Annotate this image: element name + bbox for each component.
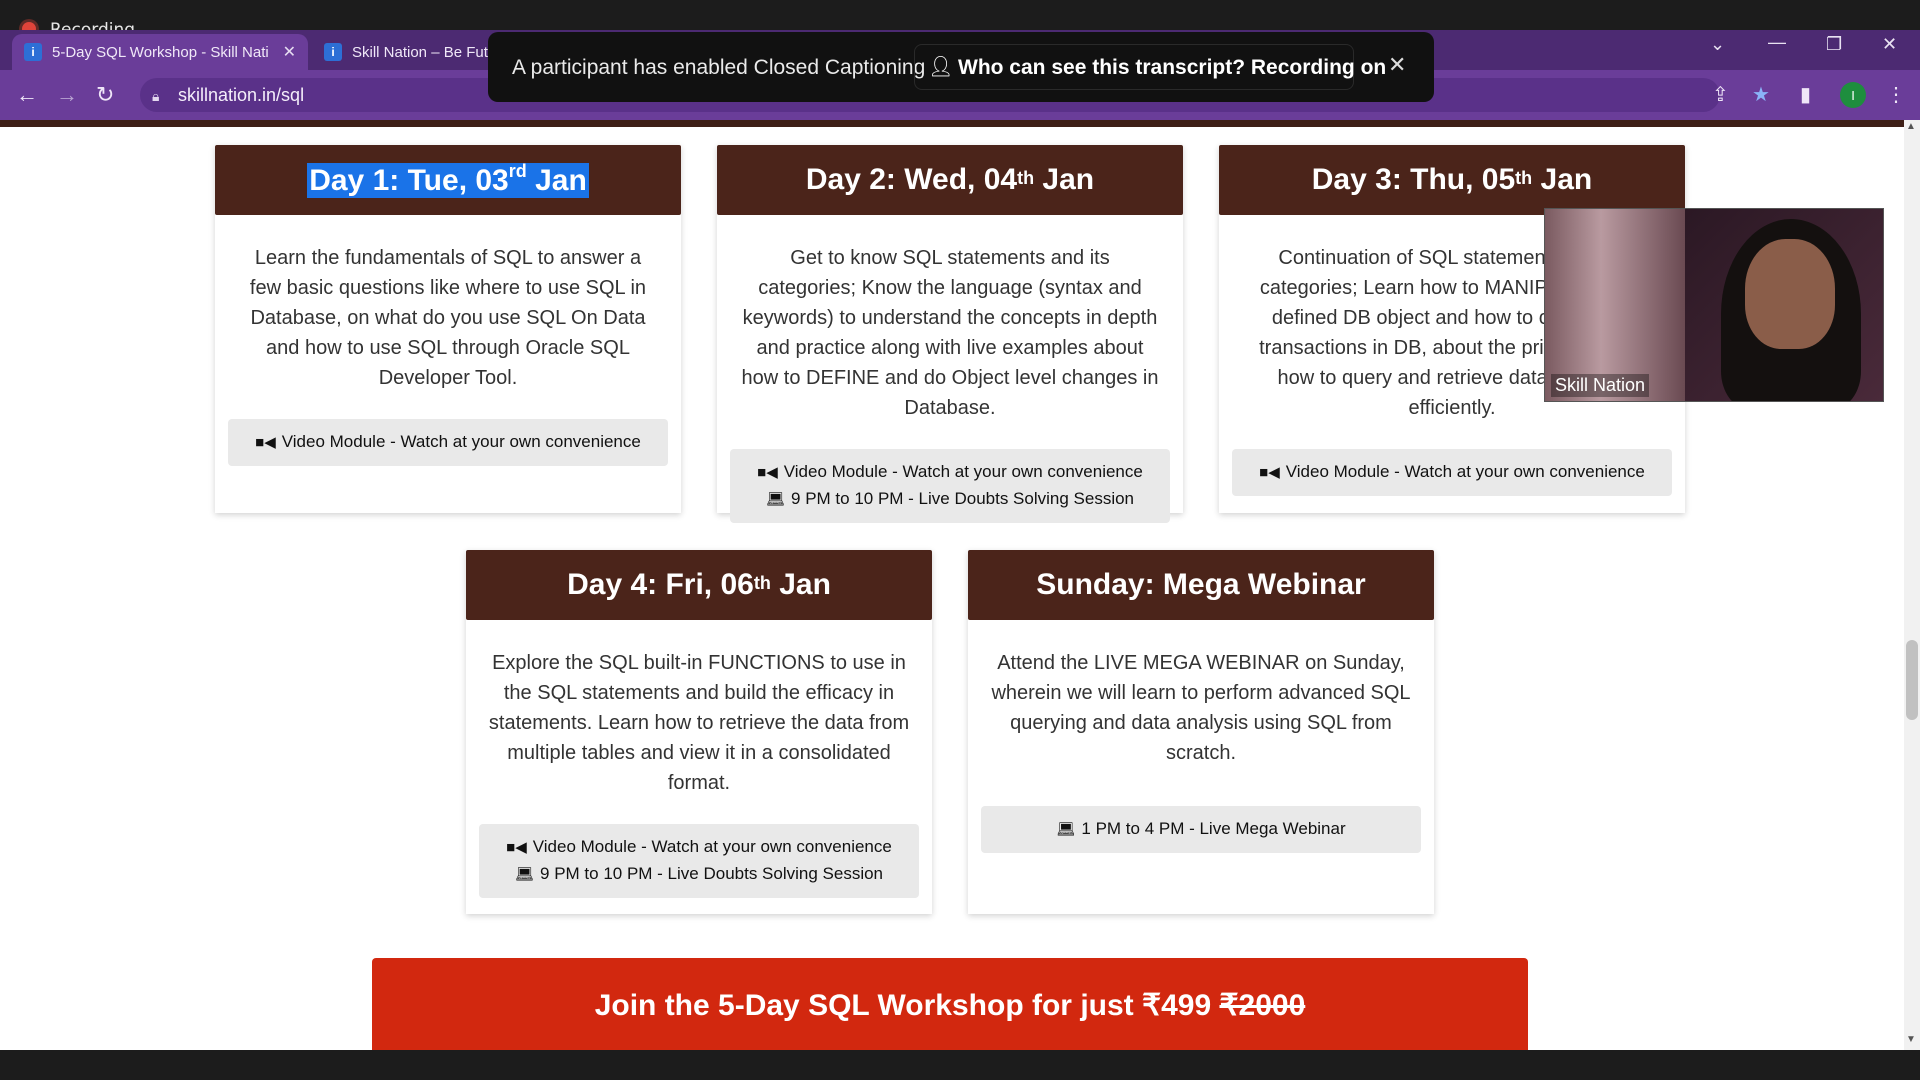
- day-card-2: Day 2: Wed, 04th Jan Get to know SQL sta…: [717, 145, 1183, 523]
- schedule-box: 💻︎ 1 PM to 4 PM - Live Mega Webinar: [981, 806, 1421, 853]
- forward-arrow-icon[interactable]: →: [56, 82, 78, 108]
- profile-avatar[interactable]: I: [1840, 82, 1866, 108]
- day-description: Learn the fundamentals of SQL to answer …: [249, 247, 647, 389]
- participant-video-tile[interactable]: Skill Nation: [1544, 208, 1884, 402]
- day-label: Day 1: Tue, 03: [309, 163, 509, 197]
- month-label: Jan: [1540, 163, 1593, 196]
- reload-icon[interactable]: ↻: [96, 82, 114, 108]
- day-description: Attend the LIVE MEGA WEBINAR on Sunday, …: [991, 652, 1411, 764]
- video-camera-icon: ■◀: [1259, 464, 1280, 481]
- sunday-webinar-card: Sunday: Mega Webinar Attend the LIVE MEG…: [968, 550, 1434, 914]
- day-label: Sunday: Mega Webinar: [1036, 568, 1366, 601]
- month-label: Jan: [1042, 163, 1095, 196]
- minimize-icon[interactable]: —: [1768, 32, 1786, 53]
- day-card-header: Day 1: Tue, 03rd Jan: [215, 145, 681, 215]
- video-camera-icon: ■◀: [506, 839, 527, 856]
- close-window-icon[interactable]: ✕: [1882, 34, 1897, 55]
- tab-title: 5-Day SQL Workshop - Skill Nati: [52, 43, 269, 61]
- scrollbar-thumb[interactable]: [1906, 640, 1918, 720]
- schedule-line: Video Module - Watch at your own conveni…: [281, 432, 641, 451]
- recording-bar: Recording: [0, 0, 1920, 40]
- video-camera-icon: ■◀: [757, 464, 778, 481]
- close-banner-icon[interactable]: ✕: [1388, 52, 1406, 78]
- tab-search-chevron-icon[interactable]: ⌄: [1710, 34, 1725, 55]
- share-icon[interactable]: ⇪: [1712, 82, 1729, 107]
- selected-heading-text[interactable]: Day 1: Tue, 03rd Jan: [307, 160, 589, 198]
- day-card-1: Day 1: Tue, 03rd Jan Learn the fundament…: [215, 145, 681, 513]
- side-panel-icon[interactable]: ▮: [1800, 82, 1811, 107]
- day-label: Day 4: Fri, 06: [567, 568, 754, 601]
- schedule-line: Video Module - Watch at your own conveni…: [532, 837, 892, 856]
- day-label: Day 2: Wed, 04: [805, 163, 1018, 196]
- cta-label: Join the 5-Day SQL Workshop for just ₹49…: [594, 989, 1212, 1022]
- month-label: Jan: [779, 568, 831, 601]
- scroll-up-arrow-icon[interactable]: ▲: [1906, 121, 1916, 132]
- site-favicon-icon: i: [324, 43, 342, 61]
- day-card-header: Day 4: Fri, 06th Jan: [466, 550, 932, 620]
- day-description: Explore the SQL built-in FUNCTIONS to us…: [488, 652, 910, 794]
- page-top-band: [0, 120, 1904, 127]
- restore-icon[interactable]: ❐: [1826, 34, 1842, 55]
- day-suffix: th: [753, 572, 771, 593]
- menu-kebab-icon[interactable]: ⋮: [1886, 82, 1906, 107]
- day-description: Get to know SQL statements and its categ…: [741, 247, 1159, 419]
- person-lock-icon: 👤︎: [928, 56, 954, 78]
- laptop-icon: 💻︎: [1056, 821, 1076, 838]
- day-card-header: Day 3: Thu, 05th Jan: [1219, 145, 1685, 215]
- day-suffix: th: [1515, 167, 1533, 188]
- cta-old-price: ₹2000: [1219, 989, 1306, 1022]
- closed-caption-banner: A participant has enabled Closed Caption…: [488, 32, 1434, 102]
- site-favicon-icon: i: [24, 43, 42, 61]
- back-arrow-icon[interactable]: ←: [16, 82, 38, 108]
- close-tab-icon[interactable]: ✕: [283, 42, 296, 62]
- day-suffix: rd: [508, 160, 527, 181]
- schedule-line: 9 PM to 10 PM - Live Doubts Solving Sess…: [791, 489, 1135, 508]
- page-scrollbar[interactable]: [1904, 120, 1920, 1050]
- url-text[interactable]: skillnation.in/sql: [178, 85, 304, 106]
- tab-sql-workshop[interactable]: i 5-Day SQL Workshop - Skill Nati ✕: [12, 34, 308, 70]
- bookmark-star-icon[interactable]: ★: [1752, 82, 1770, 107]
- schedule-box: ■◀ Video Module - Watch at your own conve…: [1232, 449, 1672, 496]
- schedule-box: ■◀ Video Module - Watch at your own conve…: [228, 419, 668, 466]
- participant-name: Skill Nation: [1551, 374, 1650, 397]
- day-card-4: Day 4: Fri, 06th Jan Explore the SQL bui…: [466, 550, 932, 914]
- day-card-body: Attend the LIVE MEGA WEBINAR on Sunday, …: [968, 620, 1434, 768]
- join-workshop-button[interactable]: Join the 5-Day SQL Workshop for just ₹49…: [372, 958, 1528, 1050]
- taskbar-strip: [0, 1050, 1920, 1080]
- day-card-body: Get to know SQL statements and its categ…: [717, 215, 1183, 423]
- schedule-box: ■◀ Video Module - Watch at your own conve…: [479, 824, 919, 898]
- lock-icon[interactable]: 🔒︎: [152, 88, 159, 105]
- caption-notice: A participant has enabled Closed Caption…: [512, 56, 926, 79]
- laptop-icon: 💻︎: [765, 491, 786, 508]
- schedule-box: ■◀ Video Module - Watch at your own conve…: [730, 449, 1170, 523]
- scroll-down-arrow-icon[interactable]: ▼: [1906, 1034, 1916, 1045]
- day-label: Day 3: Thu, 05: [1311, 163, 1516, 196]
- day-card-header: Day 2: Wed, 04th Jan: [717, 145, 1183, 215]
- laptop-icon: 💻︎: [514, 866, 535, 883]
- video-camera-icon: ■◀: [255, 434, 276, 451]
- schedule-line: Video Module - Watch at your own conveni…: [1285, 462, 1645, 481]
- transcript-visibility-link[interactable]: Who can see this transcript? Recording o…: [958, 56, 1386, 80]
- participant-face: [1745, 239, 1835, 349]
- day-card-body: Explore the SQL built-in FUNCTIONS to us…: [466, 620, 932, 798]
- schedule-line: 9 PM to 10 PM - Live Doubts Solving Sess…: [540, 864, 884, 883]
- schedule-line: Video Module - Watch at your own conveni…: [783, 462, 1143, 481]
- month-label: Jan: [535, 163, 587, 197]
- day-card-body: Learn the fundamentals of SQL to answer …: [215, 215, 681, 393]
- day-suffix: th: [1017, 167, 1035, 188]
- day-card-header: Sunday: Mega Webinar: [968, 550, 1434, 620]
- schedule-line: 1 PM to 4 PM - Live Mega Webinar: [1081, 819, 1346, 838]
